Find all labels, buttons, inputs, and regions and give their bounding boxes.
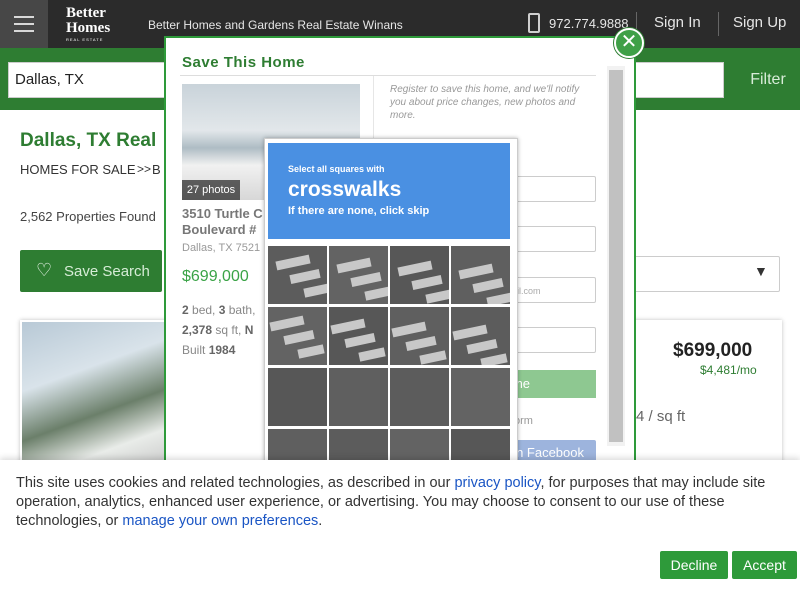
crosswalk-stripe xyxy=(480,353,508,365)
close-icon[interactable]: ✕ xyxy=(614,28,644,58)
captcha-tile[interactable] xyxy=(268,246,327,304)
cookie-text: This site uses cookies and related techn… xyxy=(16,474,786,531)
crosswalk-stripe xyxy=(419,350,447,365)
logo-line: REAL ESTATE xyxy=(66,37,104,42)
register-description: Register to save this home, and we'll no… xyxy=(390,84,580,121)
home-city: Dallas, TX 7521 xyxy=(182,242,261,254)
listing-monthly-payment: $4,481/mo xyxy=(700,363,757,377)
crosswalk-stripe xyxy=(358,347,386,362)
captcha-tile[interactable] xyxy=(329,368,388,426)
crosswalk-stripe xyxy=(269,315,305,332)
crosswalk-stripe xyxy=(275,254,311,271)
home-price: $699,000 xyxy=(182,268,249,285)
modal-title: Save This Home xyxy=(182,54,305,71)
crosswalk-stripe xyxy=(289,268,321,285)
filter-button[interactable]: Filter xyxy=(736,62,800,98)
captcha-instruction: Select all squares with xyxy=(288,164,385,174)
crosswalk-stripe xyxy=(452,324,488,341)
sign-in-link[interactable]: Sign In xyxy=(654,14,701,31)
captcha-tile[interactable] xyxy=(329,307,388,365)
home-year-built: Built 1984 xyxy=(182,343,235,357)
crosswalk-stripe xyxy=(350,271,382,288)
crosswalk-stripe xyxy=(297,344,325,359)
captcha-tile[interactable] xyxy=(268,307,327,365)
menu-bar xyxy=(14,30,34,32)
sqft-label: sq ft, xyxy=(212,323,245,337)
header-divider xyxy=(718,12,719,36)
crosswalk-stripe xyxy=(405,335,437,352)
crosswalk-stripe xyxy=(472,277,504,294)
listing-price-per-sqft: 4 / sq ft xyxy=(636,408,686,425)
manage-preferences-link[interactable]: manage your own preferences xyxy=(122,513,318,529)
accept-button[interactable]: Accept xyxy=(732,551,797,579)
captcha-tile[interactable] xyxy=(390,246,449,304)
home-address: 3510 Turtle C Boulevard # xyxy=(182,206,263,237)
crosswalk-stripe xyxy=(397,260,433,277)
menu-bar xyxy=(14,16,34,18)
phone-number[interactable]: 972.774.9888 xyxy=(549,16,629,31)
captcha-tile[interactable] xyxy=(390,307,449,365)
sign-up-link[interactable]: Sign Up xyxy=(733,14,786,31)
captcha-tile[interactable] xyxy=(451,368,510,426)
crosswalk-stripe xyxy=(425,289,449,304)
home-beds-baths: 2 bed, 3 bath, xyxy=(182,303,255,317)
modal-title-divider xyxy=(180,75,596,76)
crosswalk-stripe xyxy=(391,321,427,338)
logo-line: Homes xyxy=(66,20,111,36)
captcha-target: crosswalks xyxy=(288,178,402,201)
bath-label: bath, xyxy=(225,303,256,317)
captcha-skip-hint: If there are none, click skip xyxy=(288,205,430,217)
crosswalk-stripe xyxy=(466,338,498,355)
crosswalk-stripe xyxy=(344,332,376,349)
phone-icon xyxy=(528,13,540,33)
crosswalk-stripe xyxy=(458,263,494,280)
captcha-tile[interactable] xyxy=(451,307,510,365)
decline-button[interactable]: Decline xyxy=(660,551,728,579)
brand-logo[interactable]: Better Homes REAL ESTATE xyxy=(66,6,132,42)
built-label: Built xyxy=(182,343,209,357)
chevron-down-icon: ▼ xyxy=(754,263,768,279)
page-title: Dallas, TX Real xyxy=(20,130,157,151)
modal-scroll-thumb[interactable] xyxy=(609,70,623,442)
cookie-text-part: This site uses cookies and related techn… xyxy=(16,475,455,491)
crosswalk-stripe xyxy=(336,257,372,274)
sqft-trail: N xyxy=(244,323,254,337)
crosswalk-stripe xyxy=(330,318,366,335)
bed-label: bed, xyxy=(188,303,219,317)
breadcrumb-separator: >> xyxy=(137,162,152,176)
save-search-button[interactable]: ♡ Save Search xyxy=(20,250,162,292)
photo-count-badge: 27 photos xyxy=(182,180,240,200)
listing-price: $699,000 xyxy=(673,340,753,361)
crosswalk-stripe xyxy=(411,274,443,291)
captcha-tile[interactable] xyxy=(329,246,388,304)
bed-count: 2 xyxy=(182,303,189,317)
captcha-tile[interactable] xyxy=(390,368,449,426)
crosswalk-stripe xyxy=(486,292,510,304)
breadcrumb-next[interactable]: B xyxy=(152,162,161,177)
menu-bar xyxy=(14,23,34,25)
logo-line: Better xyxy=(66,5,106,21)
home-sqft: 2,378 sq ft, N xyxy=(182,323,253,337)
sqft-value: 2,378 xyxy=(182,323,213,337)
hamburger-menu-icon[interactable] xyxy=(0,0,48,48)
crosswalk-stripe xyxy=(303,283,327,298)
built-year: 1984 xyxy=(208,343,236,357)
captcha-tile[interactable] xyxy=(268,368,327,426)
breadcrumb-homes-for-sale[interactable]: HOMES FOR SALE xyxy=(20,162,136,177)
privacy-policy-link[interactable]: privacy policy xyxy=(454,475,540,491)
cookie-text-part: . xyxy=(318,513,323,529)
captcha-tile[interactable] xyxy=(451,246,510,304)
crosswalk-stripe xyxy=(364,286,388,301)
property-count: 2,562 Properties Found xyxy=(20,209,156,224)
agent-name: Better Homes and Gardens Real Estate Win… xyxy=(148,18,403,32)
crosswalk-stripe xyxy=(283,329,315,346)
heart-icon: ♡ xyxy=(36,260,53,280)
captcha-image-grid xyxy=(268,246,510,487)
listing-photo[interactable] xyxy=(22,322,168,468)
save-search-label: Save Search xyxy=(64,263,150,280)
